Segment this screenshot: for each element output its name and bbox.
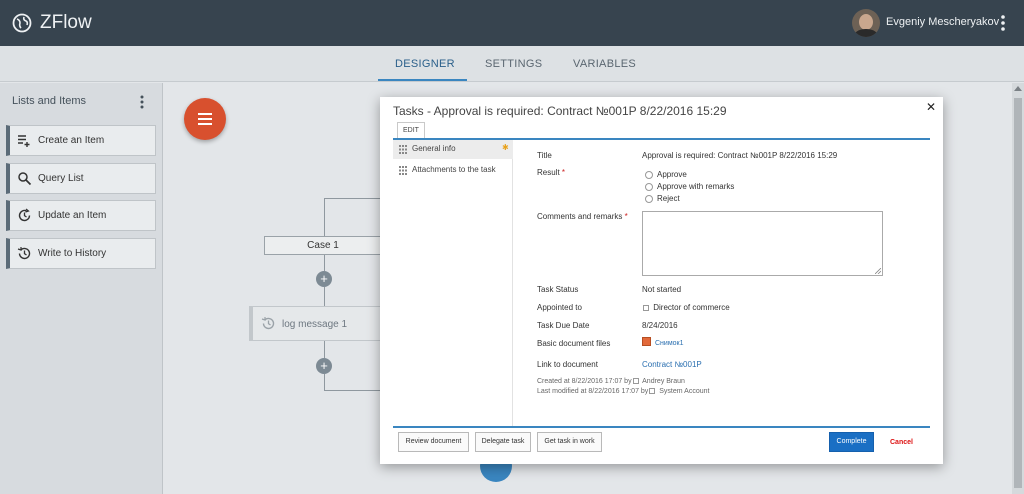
action-label: Query List — [38, 173, 84, 184]
action-write-history[interactable]: Write to History — [6, 238, 156, 269]
document-link[interactable]: Contract №001P — [642, 360, 702, 369]
status-label: Task Status — [537, 285, 579, 294]
active-tab-indicator — [378, 79, 467, 81]
step-label: log message 1 — [282, 319, 348, 330]
nav-attachments[interactable]: Attachments to the task — [393, 161, 513, 180]
files-label: Basic document files — [537, 339, 611, 348]
panel-menu-icon[interactable] — [138, 94, 146, 110]
flow-connector — [324, 198, 325, 236]
dialog-nav: General info ✱ Attachments to the task — [393, 140, 513, 426]
nav-label: Attachments to the task — [412, 165, 496, 174]
add-step-button[interactable]: + — [316, 358, 332, 374]
main-menu-fab-button[interactable] — [184, 98, 226, 140]
nav-label: General info — [412, 144, 456, 153]
delegate-task-button[interactable]: Delegate task — [475, 432, 531, 452]
status-value: Not started — [642, 285, 682, 294]
scroll-up-arrow-icon[interactable] — [1014, 86, 1022, 91]
tab-settings[interactable]: SETTINGS — [485, 58, 542, 70]
action-query-list[interactable]: Query List — [6, 163, 156, 194]
drag-handle-icon — [399, 145, 407, 154]
flow-connector — [324, 287, 325, 306]
action-label: Update an Item — [38, 210, 107, 221]
dialog-title: Tasks - Approval is required: Contract №… — [393, 104, 727, 118]
task-dialog: Tasks - Approval is required: Contract №… — [380, 97, 943, 464]
resize-grip-icon[interactable] — [875, 268, 881, 274]
image-file-icon — [642, 337, 651, 346]
drag-handle-icon — [399, 166, 407, 175]
user-icon — [643, 304, 649, 311]
list-add-icon — [18, 135, 30, 147]
title-value: Approval is required: Contract №001P 8/2… — [642, 151, 838, 160]
more-menu-icon[interactable] — [996, 13, 1010, 33]
flow-connector — [324, 255, 325, 271]
user-icon — [632, 378, 639, 385]
action-update-item[interactable]: Update an Item — [6, 200, 156, 231]
tab-bar: DESIGNER SETTINGS VARIABLES — [0, 46, 1024, 82]
complete-button[interactable]: Complete — [829, 432, 874, 452]
divider — [393, 426, 930, 428]
get-task-in-work-button[interactable]: Get task in work — [537, 432, 602, 452]
file-link[interactable]: Снимок1 — [655, 340, 684, 347]
action-label: Write to History — [38, 248, 107, 259]
tab-designer[interactable]: DESIGNER — [395, 58, 455, 70]
star-icon: ✱ — [502, 143, 509, 152]
tab-variables[interactable]: VARIABLES — [573, 58, 636, 70]
nav-general-info[interactable]: General info ✱ — [393, 140, 513, 159]
result-label: Result * — [537, 168, 566, 177]
app-title: ZFlow — [40, 12, 92, 33]
review-document-button[interactable]: Review document — [398, 432, 469, 452]
add-step-button[interactable]: + — [316, 271, 332, 287]
modified-meta: Last modified at 8/22/2016 17:07 by Syst… — [537, 388, 710, 395]
update-clock-icon — [18, 208, 31, 222]
history-icon — [261, 317, 275, 330]
appointed-label: Appointed to — [537, 303, 582, 312]
flow-connector — [324, 390, 382, 391]
close-icon[interactable]: ✕ — [926, 100, 936, 114]
comments-label: Comments and remarks * — [537, 212, 628, 221]
action-label: Create an Item — [38, 135, 105, 146]
actions-panel: Lists and Items Create an Item Query Lis… — [0, 83, 163, 494]
scrollbar-thumb[interactable] — [1014, 98, 1022, 488]
flow-connector — [324, 198, 382, 199]
appointed-value[interactable]: Director of commerce — [642, 303, 730, 312]
due-date-label: Task Due Date — [537, 321, 590, 330]
panel-title: Lists and Items — [12, 95, 86, 107]
globe-icon[interactable] — [12, 13, 32, 33]
due-date-value: 8/24/2016 — [642, 321, 678, 330]
created-meta: Created at 8/22/2016 17:07 by Andrey Bra… — [537, 378, 685, 385]
avatar[interactable] — [852, 9, 880, 37]
search-icon — [18, 172, 32, 186]
edit-tab[interactable]: EDIT — [397, 122, 425, 138]
title-label: Title — [537, 151, 552, 160]
top-bar: ZFlow Evgeniy Mescheryakov — [0, 0, 1024, 46]
link-label: Link to document — [537, 360, 598, 369]
flow-connector — [324, 341, 325, 358]
cancel-button[interactable]: Cancel — [890, 439, 913, 446]
flow-connector — [324, 374, 325, 390]
comments-textarea[interactable] — [642, 211, 883, 276]
case-branch[interactable]: Case 1 — [264, 236, 382, 255]
user-name[interactable]: Evgeniy Mescheryakov — [886, 16, 999, 28]
action-create-item[interactable]: Create an Item — [6, 125, 156, 156]
history-icon — [17, 247, 31, 260]
log-message-step[interactable]: log message 1 — [249, 306, 381, 341]
user-icon — [649, 388, 656, 395]
